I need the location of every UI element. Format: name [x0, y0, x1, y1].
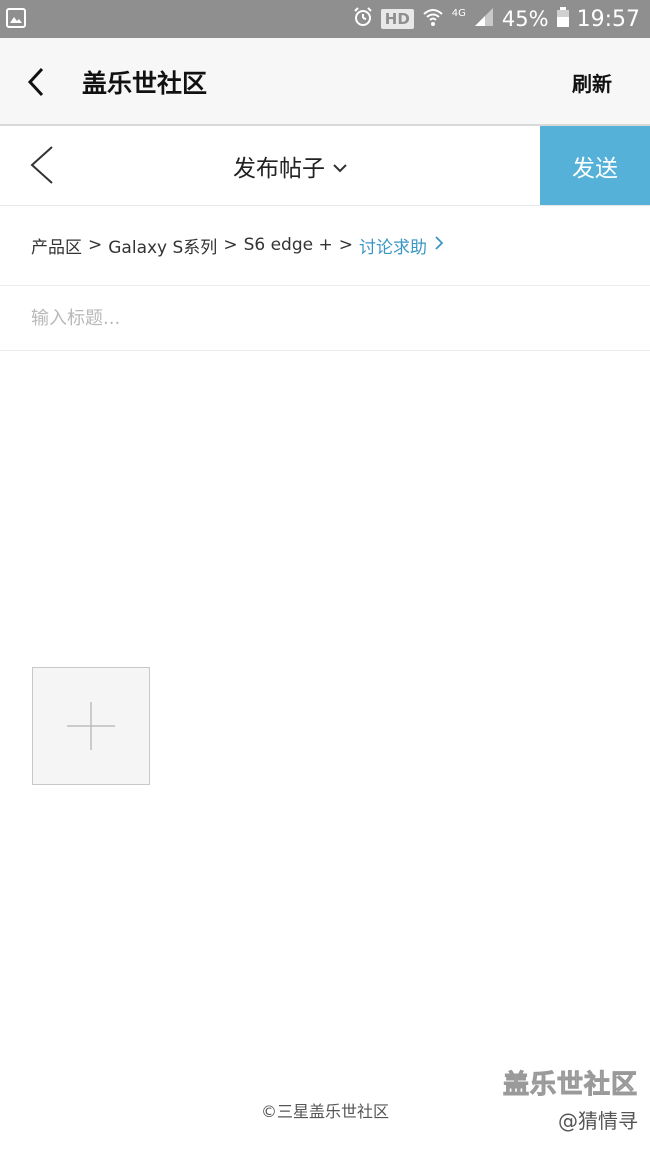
post-type-selector[interactable]: 发布帖子: [233, 149, 347, 183]
post-type-label: 发布帖子: [233, 155, 325, 182]
watermark: 盖乐世社区 @猜情寻: [502, 1064, 638, 1134]
watermark-user: @猜情寻: [558, 1109, 638, 1133]
app-title: 盖乐世社区: [82, 69, 208, 98]
back-chevron-icon[interactable]: [28, 143, 58, 187]
breadcrumb-item[interactable]: S6 edge +: [244, 235, 333, 255]
breadcrumb-separator: >: [88, 235, 103, 255]
gallery-icon: [6, 8, 26, 32]
status-bar: HD 4G 45% 19:57: [0, 0, 650, 38]
wifi-icon: [422, 7, 444, 32]
battery-percent: 45%: [501, 7, 549, 31]
clock: 19:57: [576, 6, 640, 32]
send-button[interactable]: 发送: [540, 126, 650, 205]
alarm-icon: [353, 6, 373, 32]
battery-icon: [556, 6, 569, 32]
title-row: [0, 286, 650, 351]
add-image-button[interactable]: [32, 667, 150, 785]
breadcrumb-item[interactable]: Galaxy S系列: [108, 233, 217, 258]
chevron-down-icon: [325, 153, 347, 179]
breadcrumb-trail: 产品区 > Galaxy S系列 > S6 edge + > 讨论求助: [31, 233, 444, 258]
breadcrumb-current-category[interactable]: 讨论求助: [358, 233, 444, 258]
post-title-input[interactable]: [31, 300, 611, 336]
signal-icon: [474, 7, 494, 32]
breadcrumb-separator: >: [223, 235, 238, 255]
watermark-brand: 盖乐世社区: [502, 1070, 638, 1101]
breadcrumb-separator: >: [338, 235, 353, 255]
hd-badge: HD: [380, 9, 414, 29]
compose-header: 发布帖子 发送: [0, 126, 650, 206]
chevron-right-icon: [427, 235, 444, 255]
back-arrow-icon[interactable]: [22, 65, 52, 99]
refresh-button[interactable]: 刷新: [572, 68, 612, 97]
network-type: 4G: [451, 8, 466, 19]
app-bar: 盖乐世社区 刷新: [0, 38, 650, 126]
breadcrumb-current-label: 讨论求助: [358, 237, 427, 258]
breadcrumb-item[interactable]: 产品区: [31, 233, 82, 258]
breadcrumb: 产品区 > Galaxy S系列 > S6 edge + > 讨论求助: [0, 205, 650, 286]
